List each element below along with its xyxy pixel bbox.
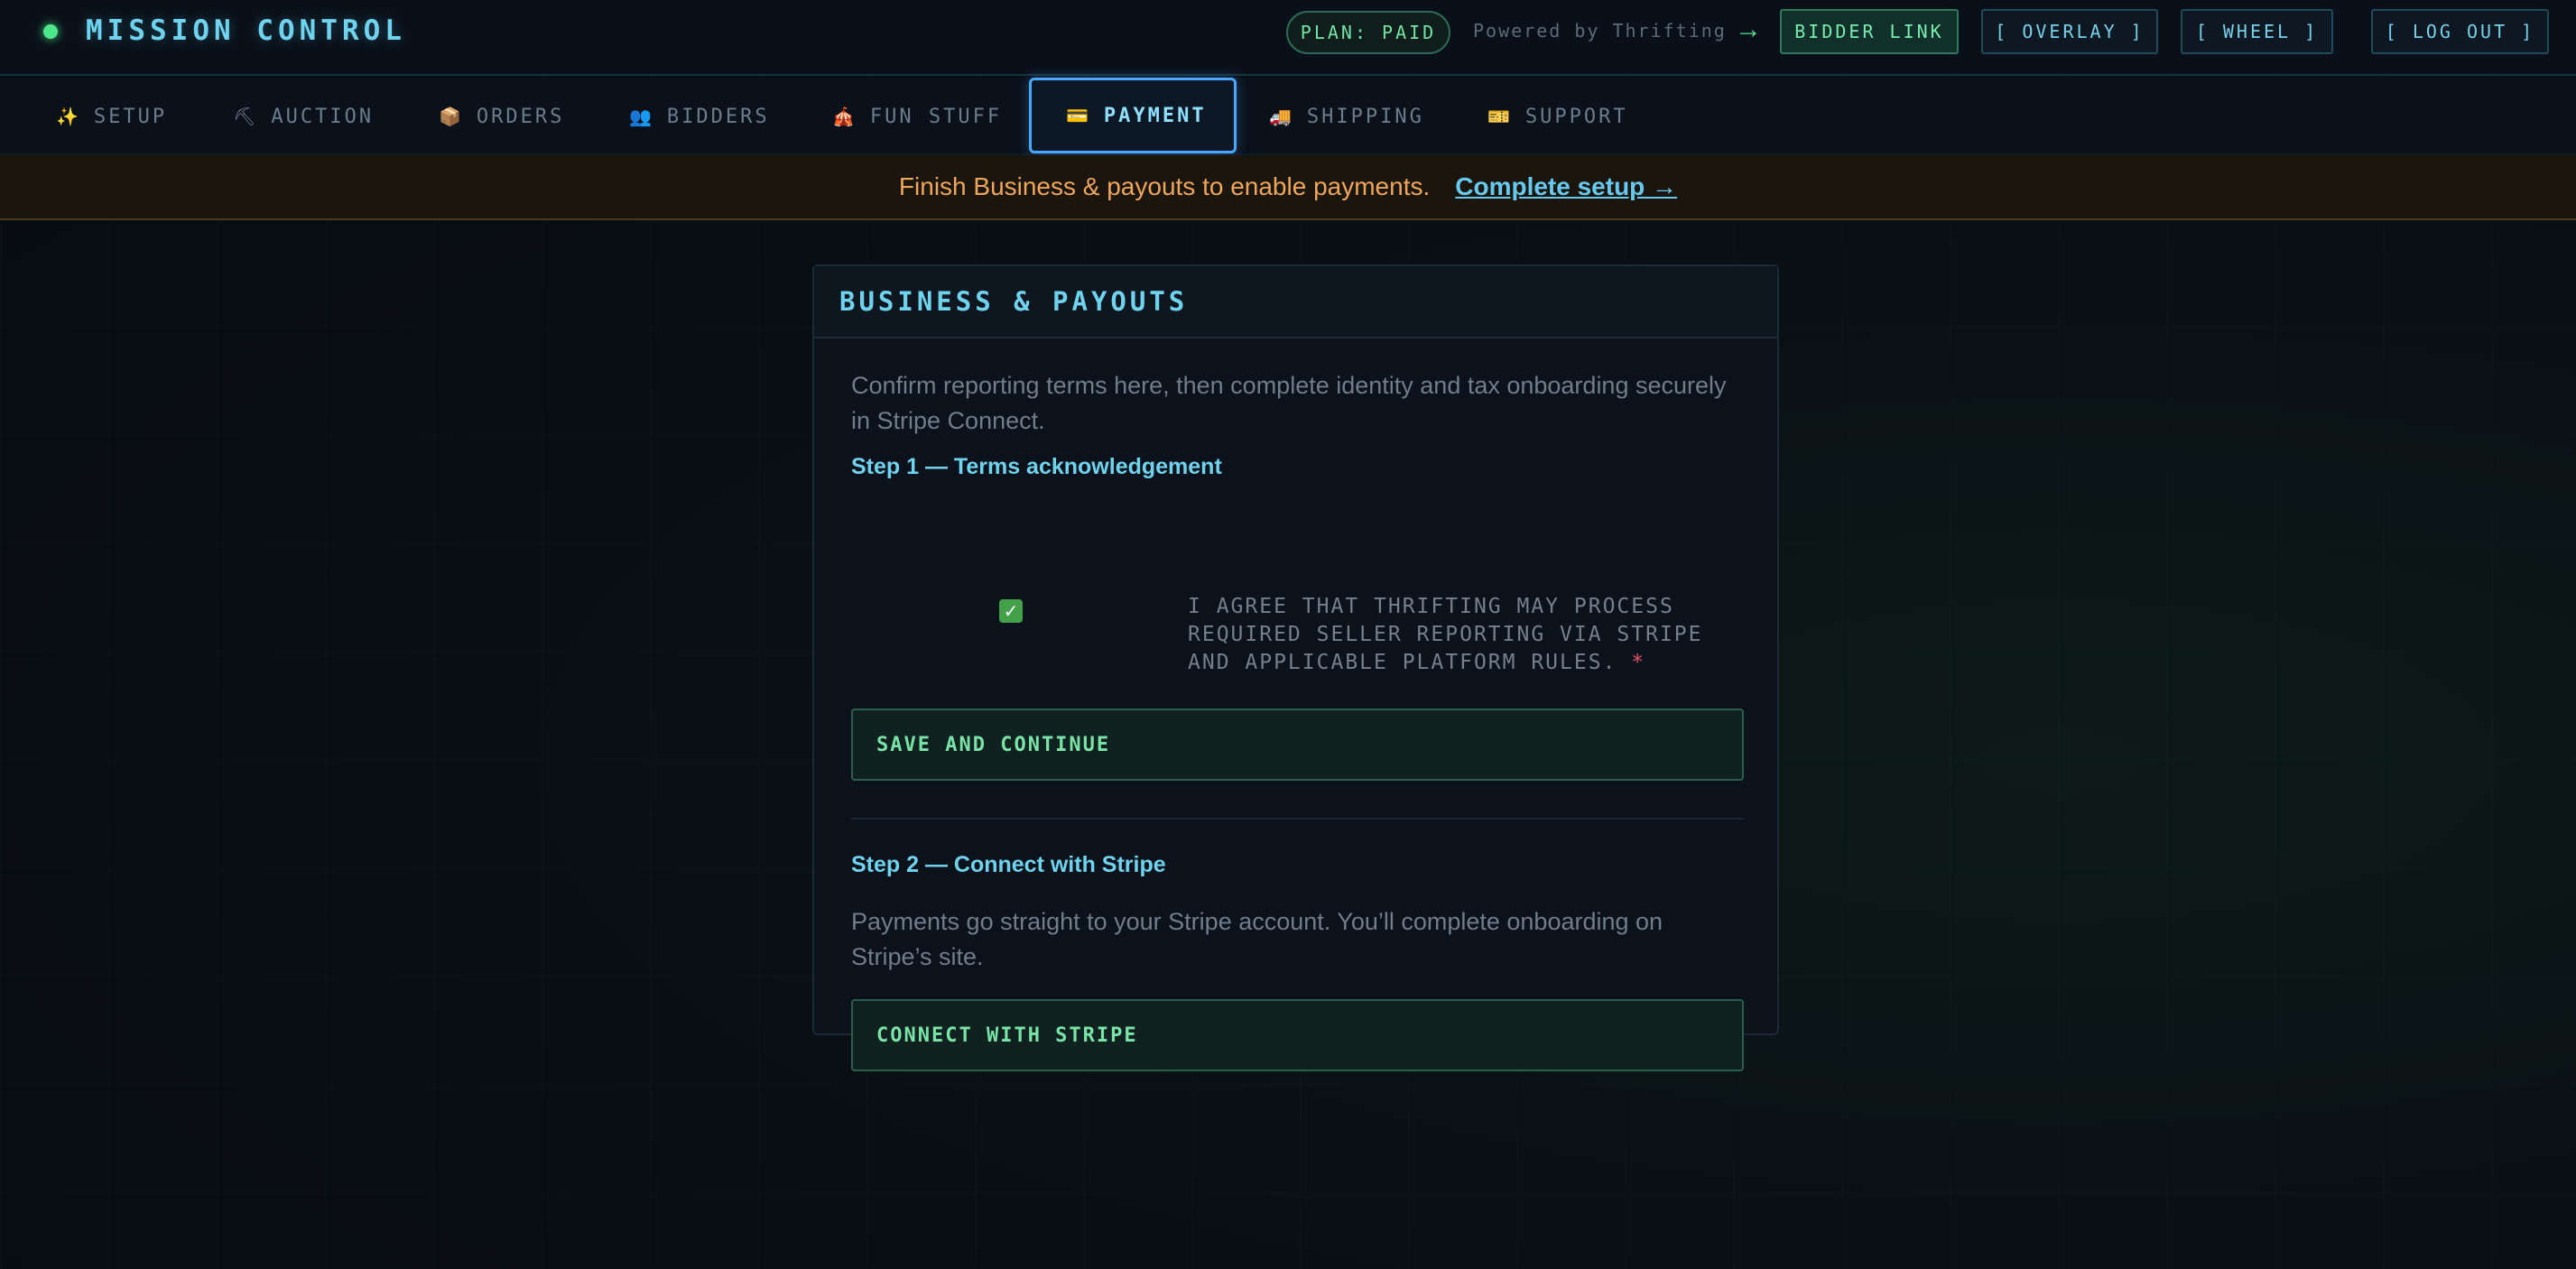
truck-icon: 🚚 xyxy=(1269,106,1294,127)
section-divider xyxy=(851,818,1744,820)
tab-label: AUCTION xyxy=(271,105,375,128)
tab-label: FUN STUFF xyxy=(869,105,1003,128)
card-header: BUSINESS & PAYOUTS xyxy=(814,266,1777,338)
tab-label: BIDDERS xyxy=(666,105,770,128)
tab-support[interactable]: 🎫 SUPPORT xyxy=(1487,78,1628,155)
checkbox-checked-icon[interactable]: ✓ xyxy=(999,599,1023,623)
brand-title: MISSION CONTROL xyxy=(86,14,406,47)
tab-label: SUPPORT xyxy=(1524,105,1628,128)
banner-message: Finish Business & payouts to enable paym… xyxy=(898,172,1431,200)
agree-terms-label: I AGREE THAT THRIFTING MAY PROCESS REQUI… xyxy=(1188,593,1729,677)
tab-setup[interactable]: ✨ SETUP xyxy=(56,78,167,155)
tab-shipping[interactable]: 🚚 SHIPPING xyxy=(1269,78,1424,155)
business-payouts-card: BUSINESS & PAYOUTS Confirm reporting ter… xyxy=(812,264,1779,1071)
agree-terms-text: I AGREE THAT THRIFTING MAY PROCESS REQUI… xyxy=(1188,595,1703,674)
powered-by-text: Powered by Thrifting xyxy=(1473,20,1727,42)
top-bar: MISSION CONTROL PLAN: PAID Powered by Th… xyxy=(0,0,2576,76)
intro-text: Confirm reporting terms here, then compl… xyxy=(851,372,1727,434)
overlay-button[interactable]: [ OVERLAY ] xyxy=(1981,9,2158,54)
tab-fun-stuff[interactable]: 🎪 FUN STUFF xyxy=(832,78,1002,155)
tab-label: SHIPPING xyxy=(1306,105,1424,128)
save-continue-button[interactable]: SAVE AND CONTINUE xyxy=(851,709,1744,781)
ticket-icon: 🎫 xyxy=(1487,106,1513,127)
tab-auction[interactable]: ⛏ AUCTION xyxy=(233,78,374,155)
step1-title: Step 1 — Terms acknowledgement xyxy=(851,454,1222,479)
tab-payment[interactable]: 💳 PAYMENT xyxy=(1029,78,1237,153)
tab-label: PAYMENT xyxy=(1103,104,1207,127)
arrow-right-icon: → xyxy=(1735,14,1762,44)
card-title: BUSINESS & PAYOUTS xyxy=(839,286,1189,317)
people-icon: 👥 xyxy=(629,106,654,127)
wheel-button[interactable]: [ WHEEL ] xyxy=(2181,9,2333,54)
package-icon: 📦 xyxy=(439,106,464,127)
setup-warning-banner: Finish Business & payouts to enable paym… xyxy=(0,155,2576,220)
credit-card-icon: 💳 xyxy=(1066,105,1091,126)
sparkles-icon: ✨ xyxy=(56,106,81,127)
tab-orders[interactable]: 📦 ORDERS xyxy=(439,78,564,155)
bidder-link-button[interactable]: BIDDER LINK xyxy=(1780,9,1959,54)
step2-description: Payments go straight to your Stripe acco… xyxy=(851,908,1663,970)
tab-label: ORDERS xyxy=(476,105,565,128)
logout-button[interactable]: [ LOG OUT ] xyxy=(2371,9,2549,54)
required-mark: * xyxy=(1631,651,1646,674)
hammer-icon: ⛏ xyxy=(233,106,259,127)
circus-tent-icon: 🎪 xyxy=(832,106,857,127)
tab-bidders[interactable]: 👥 BIDDERS xyxy=(629,78,770,155)
plan-badge: PLAN: PAID xyxy=(1286,11,1450,54)
complete-setup-link[interactable]: Complete setup → xyxy=(1455,172,1677,201)
step2-title: Step 2 — Connect with Stripe xyxy=(851,852,1166,877)
connect-stripe-button[interactable]: CONNECT WITH STRIPE xyxy=(851,999,1744,1071)
nav-tabs: ✨ SETUP ⛏ AUCTION 📦 ORDERS 👥 BIDDERS 🎪 F… xyxy=(0,78,2576,155)
tab-label: SETUP xyxy=(93,105,168,128)
status-dot-icon xyxy=(43,24,58,39)
